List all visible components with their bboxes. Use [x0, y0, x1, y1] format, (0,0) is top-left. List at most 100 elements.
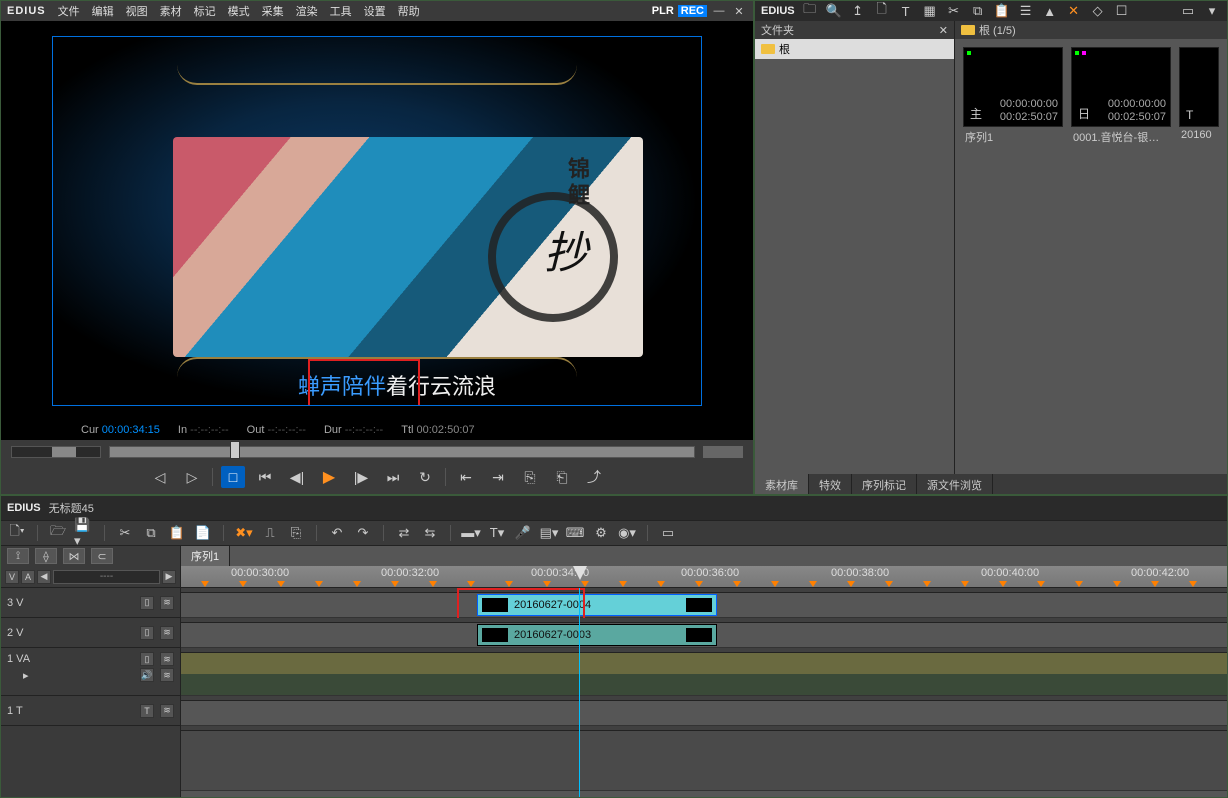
split-icon[interactable]: ⎍ [260, 523, 280, 543]
mode-snap[interactable]: ⊂ [91, 548, 113, 564]
menu-settings[interactable]: 设置 [364, 3, 386, 19]
lane-1t[interactable] [181, 701, 1227, 726]
lane-3v[interactable]: 20160627-0004 [181, 593, 1227, 618]
save-icon[interactable]: 💾▾ [74, 523, 94, 543]
group-icon[interactable]: ⎘ [286, 523, 306, 543]
shape-icon[interactable]: ◇ [1089, 2, 1107, 20]
arrow-icon[interactable]: ▲ [1041, 2, 1059, 20]
track-header-1va[interactable]: 1 VA ▯ ≋ ▸ 🔊 ≋ [1, 648, 180, 696]
play-button[interactable]: ▶ [317, 466, 341, 488]
tile-icon[interactable]: ▦ [921, 2, 939, 20]
bin-item[interactable]: T 20160 [1179, 47, 1219, 147]
slider-endcap[interactable] [703, 446, 743, 458]
menu-capture[interactable]: 采集 [262, 3, 284, 19]
open-icon[interactable]: 🗁 [48, 523, 68, 543]
tree-close-icon[interactable]: ✕ [939, 24, 948, 37]
track-header-2v[interactable]: 2 V ▯ ≋ [1, 618, 180, 648]
mode-trim[interactable]: ⟠ [35, 548, 57, 564]
up-icon[interactable]: ↥ [849, 2, 867, 20]
set-in-icon[interactable]: ◁ [148, 466, 172, 488]
menu-icon[interactable]: ▾ [1203, 2, 1221, 20]
tab-seq-markers[interactable]: 序列标记 [852, 474, 917, 494]
time-ruler[interactable]: 00:00:30:00 00:00:32:00 00:00:34:00 00:0… [181, 566, 1227, 587]
minimize-icon[interactable]: — [711, 4, 727, 18]
menu-help[interactable]: 帮助 [398, 3, 420, 19]
prev-edit-icon[interactable]: ⇤ [454, 466, 478, 488]
tab-effects[interactable]: 特效 [809, 474, 852, 494]
position-slider[interactable] [109, 446, 695, 458]
lane-2v[interactable]: 20160627-0003 [181, 623, 1227, 648]
toggle-a-icon[interactable]: ⇄ [394, 523, 414, 543]
sequence-tab[interactable]: 序列1 [181, 546, 230, 566]
render-icon[interactable]: ◉▾ [617, 523, 637, 543]
menu-mode[interactable]: 模式 [228, 3, 250, 19]
menu-marker[interactable]: 标记 [194, 3, 216, 19]
menu-render[interactable]: 渲染 [296, 3, 318, 19]
menu-view[interactable]: 视图 [126, 3, 148, 19]
expand-icon[interactable]: ≋ [160, 596, 174, 610]
lane-1va[interactable] [181, 653, 1227, 696]
bin-item[interactable]: 主 00:00:00:0000:02:50:07 序列1 [963, 47, 1063, 147]
undo-icon[interactable]: ↶ [327, 523, 347, 543]
fast-fwd-button[interactable]: ⏭ [381, 466, 405, 488]
video-toggle-icon[interactable]: ▯ [140, 626, 154, 640]
video-toggle-icon[interactable]: ▯ [140, 652, 154, 666]
zoom-slider[interactable] [11, 446, 101, 458]
settings-icon[interactable]: ⚙ [591, 523, 611, 543]
new-seq-icon[interactable]: 🗋▾ [7, 523, 27, 543]
loop-button[interactable]: ↻ [413, 466, 437, 488]
playhead-line[interactable] [579, 588, 580, 797]
in-value[interactable]: --:--:--:-- [190, 424, 228, 436]
title-icon[interactable]: T▾ [487, 523, 507, 543]
track-header-1t[interactable]: 1 T T ≋ [1, 696, 180, 726]
scale-selector[interactable]: ---- [53, 570, 160, 584]
search-icon[interactable]: 🔍 [825, 2, 843, 20]
copy-icon[interactable]: ⧉ [141, 523, 161, 543]
audio-icon[interactable]: 🎤 [513, 523, 533, 543]
next-edit-icon[interactable]: ⇥ [486, 466, 510, 488]
tab-source-browser[interactable]: 源文件浏览 [917, 474, 993, 494]
scrub-bar[interactable] [1, 440, 753, 464]
mode-normal[interactable]: ⟟ [7, 548, 29, 564]
clip-area[interactable]: 20160627-0004 20160627-0003 [181, 588, 1227, 797]
expand-icon[interactable]: ≋ [160, 626, 174, 640]
tree-root-item[interactable]: 根 [755, 39, 954, 59]
cur-value[interactable]: 00:00:34:15 [102, 424, 160, 436]
mixer-icon[interactable]: ▤▾ [539, 523, 559, 543]
a-toggle[interactable]: A [21, 570, 35, 584]
props-icon[interactable]: ☐ [1113, 2, 1131, 20]
trans-icon[interactable]: ▬▾ [461, 523, 481, 543]
track-header-3v[interactable]: 3 V ▯ ≋ [1, 588, 180, 618]
step-fwd-button[interactable]: |▶ [349, 466, 373, 488]
bin-item[interactable]: 日 00:00:00:0000:02:50:07 0001.音悦台-银… [1071, 47, 1171, 147]
expand-icon[interactable]: ≋ [160, 704, 174, 718]
overwrite-icon[interactable]: ⎗ [550, 466, 574, 488]
keyboard-icon[interactable]: ⌨ [565, 523, 585, 543]
rewind-button[interactable]: ⏮ [253, 466, 277, 488]
delete-icon[interactable]: ✕ [1065, 2, 1083, 20]
audio-toggle-icon[interactable]: 🔊 [140, 668, 154, 682]
close-icon[interactable]: ✕ [731, 4, 747, 18]
rec-badge[interactable]: REC [678, 5, 707, 17]
cut-icon[interactable]: ✂ [945, 2, 963, 20]
video-toggle-icon[interactable]: ▯ [140, 596, 154, 610]
clip[interactable]: 20160627-0003 [477, 624, 717, 646]
tab-library[interactable]: 素材库 [755, 474, 809, 494]
paste-icon[interactable]: 📋 [993, 2, 1011, 20]
menu-edit[interactable]: 编辑 [92, 3, 114, 19]
text-icon[interactable]: T [897, 2, 915, 20]
step-back-button[interactable]: ◀| [285, 466, 309, 488]
copy-icon[interactable]: ⧉ [969, 2, 987, 20]
right-arrow-icon[interactable]: ▶ [162, 570, 176, 584]
stop-button[interactable]: □ [221, 466, 245, 488]
ripple-delete-icon[interactable]: ✖▾ [234, 523, 254, 543]
dur-value[interactable]: --:--:--:-- [345, 424, 383, 436]
menu-file[interactable]: 文件 [58, 3, 80, 19]
redo-icon[interactable]: ↷ [353, 523, 373, 543]
left-arrow-icon[interactable]: ◀ [37, 570, 51, 584]
cut-icon[interactable]: ✂ [115, 523, 135, 543]
expand-icon[interactable]: ≋ [160, 668, 174, 682]
v-toggle[interactable]: V [5, 570, 19, 584]
out-value[interactable]: --:--:--:-- [267, 424, 305, 436]
insert-icon[interactable]: ⎘ [518, 466, 542, 488]
